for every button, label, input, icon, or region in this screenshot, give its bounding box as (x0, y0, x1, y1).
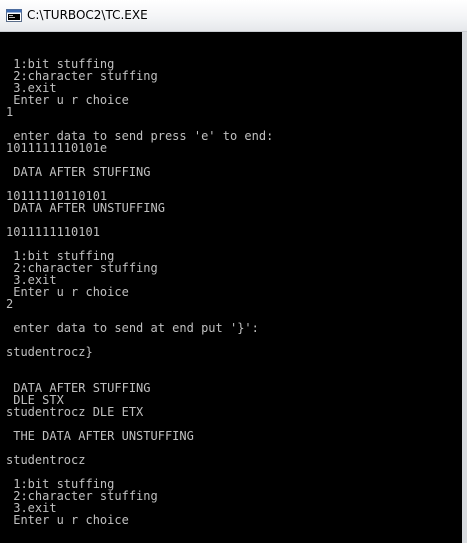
console-line: Enter u r choice (6, 93, 129, 107)
console-line: 2 (6, 297, 14, 311)
console-line: 1011111110101e (6, 141, 108, 155)
console-line: THE DATA AFTER UNSTUFFING (6, 429, 194, 443)
console-line: Enter u r choice (6, 285, 129, 299)
console-window: C:\TURBOC2\TC.EXE 1:bit stuffing 2:chara… (0, 0, 467, 543)
console-line: 1 (6, 105, 14, 119)
console-line: studentrocz} (6, 345, 93, 359)
title-bar[interactable]: C:\TURBOC2\TC.EXE (0, 0, 467, 32)
window-title: C:\TURBOC2\TC.EXE (27, 8, 148, 22)
console-line: DATA AFTER UNSTUFFING (6, 201, 165, 215)
console-line: DATA AFTER STUFFING (6, 165, 151, 179)
console-line: enter data to send at end put '}': (6, 321, 259, 335)
console-line: Enter u r choice (6, 513, 129, 527)
console-line: studentrocz (6, 453, 86, 467)
console-window-icon (6, 9, 22, 22)
console-line: studentrocz DLE ETX (6, 405, 144, 419)
console-line: 1011111110101 (6, 225, 100, 239)
console-output[interactable]: 1:bit stuffing 2:character stuffing 3.ex… (0, 32, 462, 543)
window-right-border (462, 32, 467, 543)
